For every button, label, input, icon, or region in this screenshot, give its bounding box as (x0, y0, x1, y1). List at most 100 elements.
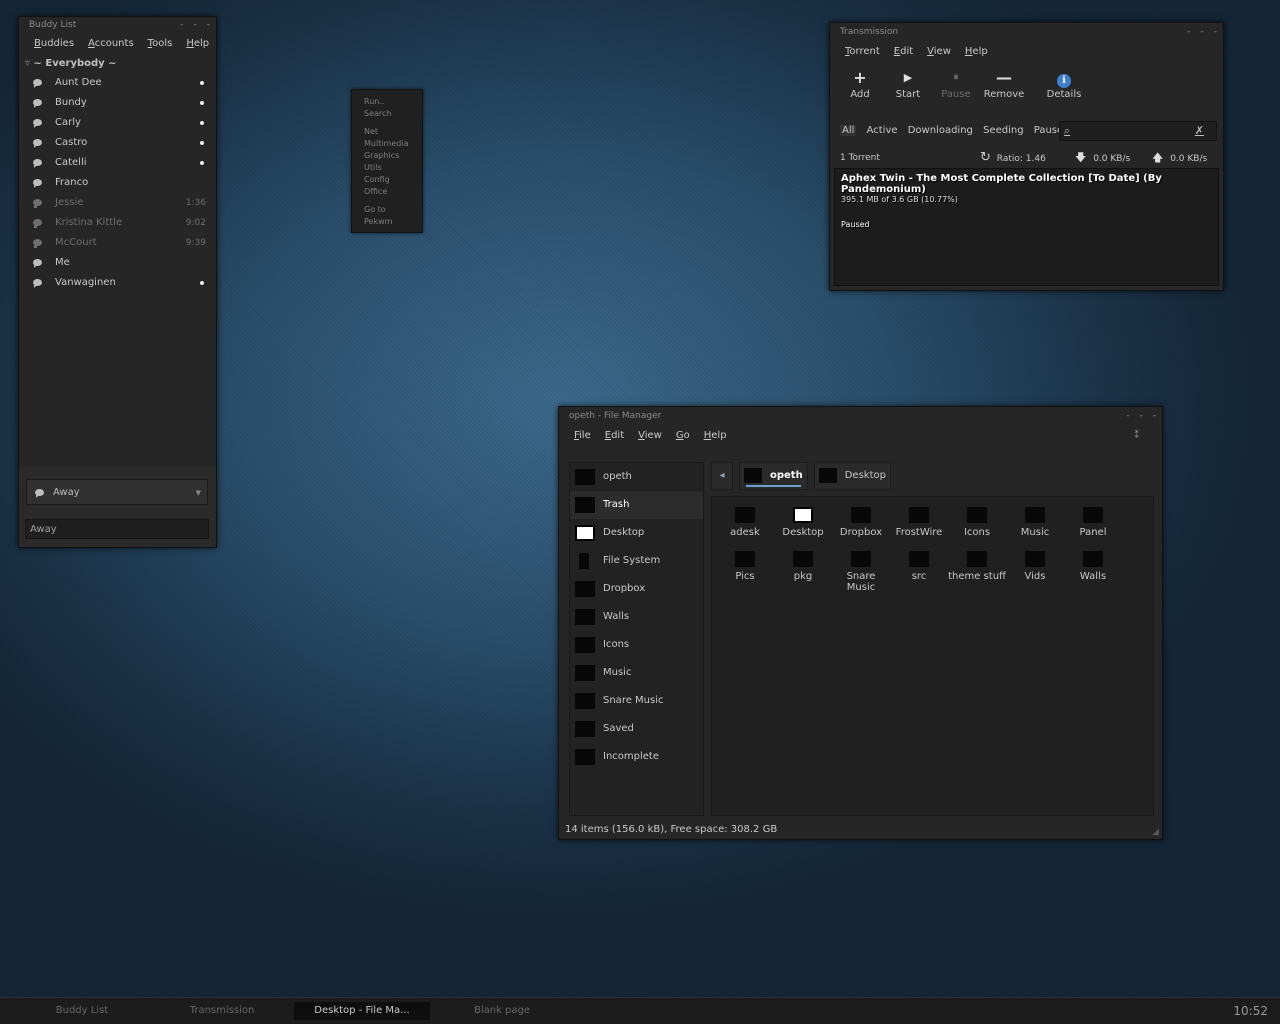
menu-view[interactable]: View (920, 41, 958, 63)
taskbar-item[interactable]: Blank page (434, 1002, 570, 1020)
menu-help[interactable]: Help (958, 41, 995, 63)
file-item[interactable]: theme stuff (948, 541, 1006, 582)
close-button[interactable]: - (1153, 407, 1156, 425)
file-manager-titlebar[interactable]: opeth - File Manager - - - (559, 407, 1162, 425)
group-header[interactable]: ▿ ~ Everybody ~ (19, 55, 216, 73)
buddy-row[interactable]: Castro • (19, 133, 216, 153)
menu-file[interactable]: File (567, 425, 598, 447)
buddy-row[interactable]: Catelli • (19, 153, 216, 173)
filter-active[interactable]: Active (867, 125, 898, 136)
root-menu-item[interactable]: Office (352, 186, 422, 198)
filter-all[interactable]: All (840, 125, 857, 136)
path-button-desktop[interactable]: Desktop (813, 462, 891, 490)
close-button[interactable]: - (1214, 23, 1217, 41)
minimize-button[interactable]: - (180, 17, 183, 33)
buddy-row[interactable]: Aunt Dee • (19, 73, 216, 93)
root-menu-item[interactable]: Run.. (352, 96, 422, 108)
buddy-row[interactable]: McCourt 9:39 (19, 233, 216, 253)
maximize-button[interactable]: - (1201, 23, 1204, 41)
root-menu-item[interactable]: Config (352, 174, 422, 186)
start-button[interactable]: ▶ Start (884, 63, 932, 119)
sidebar-item[interactable]: opeth (570, 463, 703, 491)
maximize-button[interactable]: - (1140, 407, 1143, 425)
menu-view[interactable]: View (631, 425, 669, 447)
menu-edit[interactable]: Edit (598, 425, 631, 447)
sidebar-item[interactable]: File System (570, 547, 703, 575)
file-item[interactable]: src (890, 541, 948, 582)
file-item[interactable]: Pics (716, 541, 774, 582)
buddy-row[interactable]: Bundy • (19, 93, 216, 113)
expander-triangle-icon[interactable]: ▿ (25, 58, 30, 69)
status-selector[interactable]: Away ▼ (26, 479, 208, 505)
menu-help[interactable]: Help (179, 33, 216, 55)
path-label: opeth (770, 470, 803, 481)
resize-grip-icon[interactable]: ◢ (1152, 827, 1159, 837)
file-item[interactable]: Music (1006, 497, 1064, 538)
root-menu-item[interactable]: Go to (352, 204, 422, 216)
sidebar-item[interactable]: Dropbox (570, 575, 703, 603)
root-menu-item[interactable]: Net (352, 126, 422, 138)
root-menu-item[interactable]: Utils (352, 162, 422, 174)
details-button[interactable]: ℹ Details (1040, 63, 1088, 119)
transmission-titlebar[interactable]: Transmission - - - (830, 23, 1223, 41)
sidebar-item[interactable]: Icons (570, 631, 703, 659)
status-message-input[interactable]: Away (25, 519, 209, 539)
minimize-button[interactable]: - (1187, 23, 1190, 41)
sidebar-item[interactable]: Trash (570, 491, 703, 519)
sidebar-item[interactable]: Saved (570, 715, 703, 743)
root-menu-item[interactable]: Search (352, 108, 422, 120)
path-button-home[interactable]: opeth (739, 462, 808, 490)
plus-icon: + (853, 68, 867, 87)
sidebar-item[interactable]: Music (570, 659, 703, 687)
remove-button[interactable]: — Remove (980, 63, 1028, 119)
sidebar-item[interactable]: Snare Music (570, 687, 703, 715)
file-item[interactable]: FrostWire (890, 497, 948, 538)
sidebar-item[interactable]: Walls (570, 603, 703, 631)
root-menu-item[interactable]: Pekwm (352, 216, 422, 228)
buddy-status-area: Away ▼ Away (19, 467, 216, 547)
filter-downloading[interactable]: Downloading (908, 125, 973, 136)
chat-bubble-icon (33, 279, 42, 288)
minimize-button[interactable]: - (1126, 407, 1129, 425)
sidebar-item[interactable]: Incomplete (570, 743, 703, 771)
menu-go[interactable]: Go (669, 425, 697, 447)
file-item[interactable]: Dropbox (832, 497, 890, 538)
file-item[interactable]: Snare Music (832, 541, 890, 593)
menu-tools[interactable]: Tools (141, 33, 180, 55)
root-menu-item[interactable]: Multimedia (352, 138, 422, 150)
close-button[interactable]: - (207, 17, 210, 33)
clear-icon[interactable]: ✗ (1195, 123, 1204, 139)
add-button[interactable]: + Add (836, 63, 884, 119)
sidebar-item[interactable]: Desktop (570, 519, 703, 547)
taskbar-item[interactable]: Transmission (154, 1002, 290, 1020)
menu-help[interactable]: Help (697, 425, 734, 447)
buddy-row[interactable]: Kristina Kittle 9:02 (19, 213, 216, 233)
buddy-row[interactable]: Me (19, 253, 216, 273)
file-item[interactable]: Panel (1064, 497, 1122, 538)
menu-torrent[interactable]: Torrent (838, 41, 887, 63)
taskbar-item[interactable]: Buddy List (14, 1002, 150, 1020)
menu-buddies[interactable]: Buddies (27, 33, 81, 55)
buddy-list-titlebar[interactable]: Buddy List - - - (19, 17, 216, 33)
buddy-row[interactable]: Vanwaginen • (19, 273, 216, 293)
file-item[interactable]: pkg (774, 541, 832, 582)
torrent-row[interactable]: Aphex Twin - The Most Complete Collectio… (841, 173, 1212, 229)
filter-search-input[interactable]: ⌕ ✗ (1059, 121, 1217, 141)
file-item[interactable]: Icons (948, 497, 1006, 538)
root-menu-item[interactable]: Graphics (352, 150, 422, 162)
file-item[interactable]: Desktop (774, 497, 832, 538)
pause-button[interactable]: ⏸ Pause (932, 63, 980, 119)
path-back-button[interactable]: ◂ (711, 462, 733, 490)
taskbar-item[interactable]: Desktop - File Ma... (294, 1002, 430, 1020)
file-item[interactable]: Walls (1064, 541, 1122, 582)
refresh-icon[interactable]: ↻ (980, 150, 991, 165)
buddy-row[interactable]: Carly • (19, 113, 216, 133)
menu-edit[interactable]: Edit (887, 41, 920, 63)
file-item[interactable]: adesk (716, 497, 774, 538)
menu-accounts[interactable]: Accounts (81, 33, 141, 55)
maximize-button[interactable]: - (194, 17, 197, 33)
file-item[interactable]: Vids (1006, 541, 1064, 582)
buddy-row[interactable]: Jessie 1:36 (19, 193, 216, 213)
filter-seeding[interactable]: Seeding (983, 125, 1023, 136)
buddy-row[interactable]: Franco (19, 173, 216, 193)
